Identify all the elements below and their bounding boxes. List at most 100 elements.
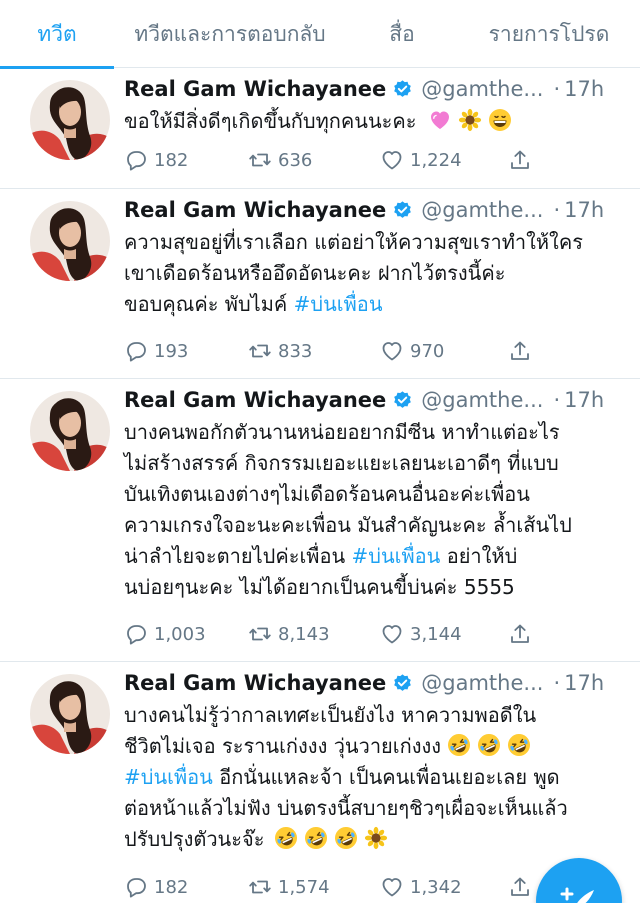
tweet-text-segment: ปรับปรุงตัวนะจ๊ะ: [124, 827, 265, 851]
verified-badge-icon: [392, 673, 413, 694]
author-name[interactable]: Real Gam Wichayanee: [124, 388, 386, 412]
retweet-button[interactable]: 1,574: [248, 872, 330, 902]
tweet-text-segment: อีกนั่นแหละจ้า เป็นคนเพื่อนเยอะเลย พูด: [219, 765, 560, 789]
hashtag-link[interactable]: #บ่นเพื่อน: [352, 544, 441, 568]
avatar[interactable]: [30, 391, 110, 471]
verified-badge-icon: [392, 390, 413, 411]
verified-badge-icon: [392, 200, 413, 221]
like-icon: [380, 622, 404, 646]
like-count: 1,342: [410, 876, 462, 898]
separator-dot: ·: [553, 388, 561, 412]
tweet-text-line: บางคนไม่รู้ว่ากาลเทศะเป็นยังไง หาความพอด…: [124, 703, 537, 727]
avatar[interactable]: [30, 80, 110, 160]
share-icon: [508, 148, 532, 172]
retweet-icon: [248, 875, 272, 899]
author-handle: @gamthe...: [421, 77, 544, 101]
tweet[interactable]: Real Gam Wichayanee @gamthe... · 17h บาง…: [0, 379, 640, 662]
author-name[interactable]: Real Gam Wichayanee: [124, 77, 386, 101]
tweet-text-line: ความเกรงใจอะนะคะเพื่อน มันสำคัญนะคะ ล้ำเ…: [124, 513, 572, 537]
retweet-button[interactable]: 833: [248, 336, 312, 366]
tweet-text-line: ความสุขอยู่ที่เราเลือก แต่อย่าให้ความสุข…: [124, 230, 583, 254]
tab-tweets[interactable]: ทวีต: [0, 0, 114, 69]
like-button[interactable]: 3,144: [380, 619, 462, 649]
separator-dot: ·: [553, 671, 561, 695]
like-button[interactable]: 970: [380, 336, 444, 366]
tweet-content: Real Gam Wichayanee @gamthe... · 17h ควา…: [124, 193, 630, 320]
tweet-text-segment: อย่าให้บ่: [446, 544, 518, 568]
tweet-content: Real Gam Wichayanee @gamthe... · 17h บาง…: [124, 383, 630, 603]
hashtag-link[interactable]: #บ่นเพื่อน: [294, 292, 383, 316]
like-count: 970: [410, 340, 445, 362]
like-button[interactable]: 1,224: [380, 145, 462, 175]
tweet-text: บางคนไม่รู้ว่ากาลเทศะเป็นยังไง หาความพอด…: [124, 700, 630, 855]
tweet-content: Real Gam Wichayanee @gamthe... · 17h ขอใ…: [124, 72, 630, 137]
reply-button[interactable]: 1,003: [124, 619, 206, 649]
retweet-button[interactable]: 8,143: [248, 619, 330, 649]
like-button[interactable]: 1,342: [380, 872, 462, 902]
retweet-icon: [248, 339, 272, 363]
share-button[interactable]: [508, 336, 538, 366]
retweet-icon: [248, 622, 272, 646]
reply-icon: [124, 622, 148, 646]
tweet-timestamp[interactable]: 17h: [564, 388, 604, 412]
retweet-count: 833: [278, 340, 313, 362]
tweet-header: Real Gam Wichayanee @gamthe... · 17h: [124, 383, 630, 417]
like-count: 1,224: [410, 149, 462, 171]
tab-tweets-and-replies-label: ทวีตและการตอบกลับ: [134, 21, 326, 46]
tweet-timestamp[interactable]: 17h: [564, 77, 604, 101]
tweet[interactable]: Real Gam Wichayanee @gamthe... · 17h บาง…: [0, 662, 640, 903]
tweet-text: ความสุขอยู่ที่เราเลือก แต่อย่าให้ความสุข…: [124, 227, 630, 320]
author-handle: @gamthe...: [421, 671, 544, 695]
share-icon: [508, 339, 532, 363]
hashtag-link[interactable]: #บ่นเพื่อน: [124, 765, 213, 789]
author-handle: @gamthe...: [421, 388, 544, 412]
tweet-timestamp[interactable]: 17h: [564, 198, 604, 222]
share-icon: [508, 875, 532, 899]
tweet-actions: 193 833 970: [124, 336, 604, 366]
tweet[interactable]: Real Gam Wichayanee @gamthe... · 17h ขอใ…: [0, 68, 640, 189]
tweet[interactable]: Real Gam Wichayanee @gamthe... · 17h ควา…: [0, 189, 640, 379]
retweet-count: 636: [278, 149, 313, 171]
retweet-icon: [248, 148, 272, 172]
author-name[interactable]: Real Gam Wichayanee: [124, 198, 386, 222]
tweet-text-line: บางคนพอกักตัวนานหน่อยอยากมีซีน หาทำแต่อะ…: [124, 420, 560, 444]
tweet-text-line: ขอให้มีสิ่งดีๆเกิดขึ้นกับทุกคนนะคะ: [124, 106, 630, 137]
avatar[interactable]: [30, 674, 110, 754]
rofl-emoji: [334, 826, 358, 850]
like-icon: [380, 148, 404, 172]
tweet-text-segment: ขอบคุณค่ะ พับไมค์: [124, 292, 288, 316]
reply-button[interactable]: 193: [124, 336, 188, 366]
sunflower-emoji: [458, 108, 482, 132]
tab-likes[interactable]: รายการโปรด: [458, 0, 640, 68]
avatar[interactable]: [30, 201, 110, 281]
tweet-header: Real Gam Wichayanee @gamthe... · 17h: [124, 193, 630, 227]
like-icon: [380, 875, 404, 899]
share-button[interactable]: [508, 872, 538, 902]
tweet-text-line: ชีวิตไม่เจอ ระรานเก่งงง วุ่นวายเก่งงง: [124, 731, 630, 762]
tweet-text-segment: น่าลำไยจะตายไปค่ะเพื่อน: [124, 544, 346, 568]
sunflower-emoji: [364, 826, 388, 850]
tweet-timestamp[interactable]: 17h: [564, 671, 604, 695]
grin-emoji: [488, 108, 512, 132]
tweet-text-line: ขอบคุณค่ะ พับไมค์ #บ่นเพื่อน: [124, 289, 630, 320]
tweet-actions: 182 636 1,224: [124, 145, 604, 175]
reply-button[interactable]: 182: [124, 872, 188, 902]
separator-dot: ·: [553, 77, 561, 101]
tab-media[interactable]: สื่อ: [346, 0, 458, 68]
tweet-header: Real Gam Wichayanee @gamthe... · 17h: [124, 666, 630, 700]
retweet-count: 8,143: [278, 623, 330, 645]
reply-count: 1,003: [154, 623, 206, 645]
share-button[interactable]: [508, 145, 538, 175]
author-name[interactable]: Real Gam Wichayanee: [124, 671, 386, 695]
reply-button[interactable]: 182: [124, 145, 188, 175]
tab-tweets-and-replies[interactable]: ทวีตและการตอบกลับ: [114, 0, 346, 68]
tweet-text-line: บันเทิงตนเองต่างๆไม่เดือดร้อนคนอื่นอะค่ะ…: [124, 482, 530, 506]
reply-icon: [124, 148, 148, 172]
rofl-emoji: [507, 733, 531, 757]
tweet-text-line: ปรับปรุงตัวนะจ๊ะ: [124, 824, 630, 855]
heart-emoji: [428, 108, 452, 132]
like-icon: [380, 339, 404, 363]
share-button[interactable]: [508, 619, 538, 649]
retweet-button[interactable]: 636: [248, 145, 312, 175]
tweet-actions: 182 1,574 1,342: [124, 872, 604, 902]
